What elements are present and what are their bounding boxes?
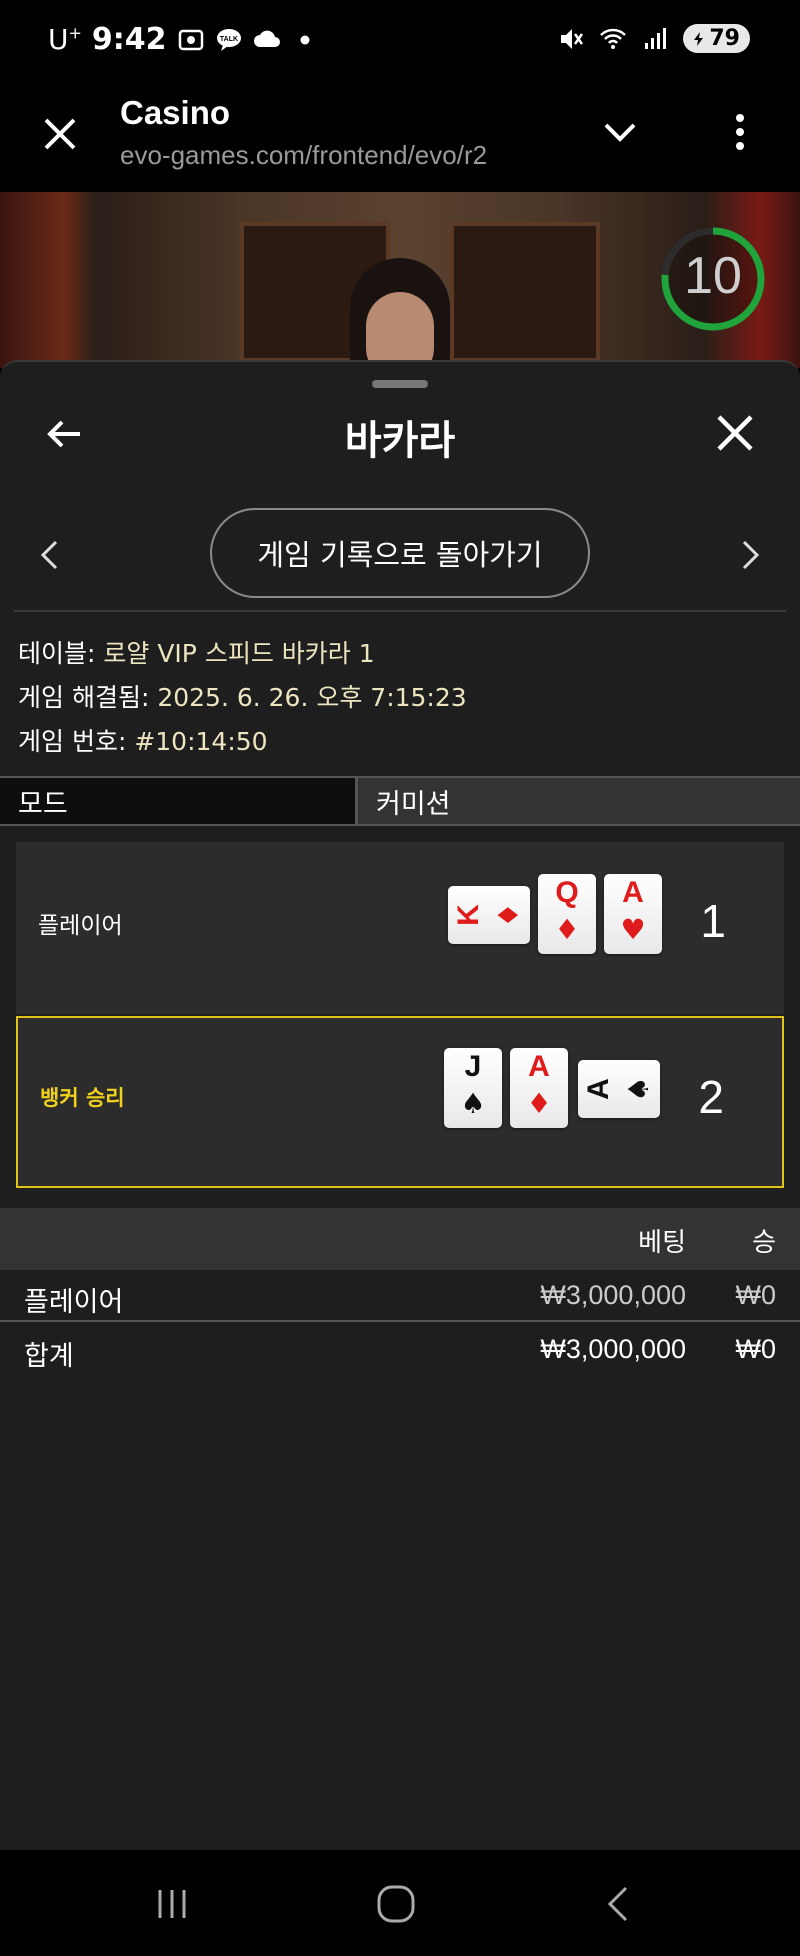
table-info: 테이블: 로얄 VIP 스피드 바카라 1 [18, 639, 375, 668]
recent-apps-icon[interactable] [150, 1882, 194, 1926]
win-column-header: 승 [752, 1228, 776, 1258]
tab-bar: 모드 커미션 [0, 776, 800, 826]
home-icon[interactable] [374, 1882, 418, 1926]
player-score: 1 [700, 895, 726, 947]
talk-icon: TALK [216, 28, 241, 51]
card-rank: Q [555, 876, 579, 909]
card-suit: ♦ [526, 1087, 552, 1120]
cloud-icon [253, 30, 280, 47]
card-rank: A [528, 1050, 550, 1083]
banker-score: 2 [698, 1071, 724, 1123]
total-bet-amount: ₩3,000,000 [540, 1334, 686, 1364]
system-navigation-bar [0, 1850, 800, 1956]
win-amount: ₩0 [735, 1280, 777, 1310]
game-history-sheet: 바카라 게임 기록으로 돌아가기 테이블: 로얄 VIP 스피드 바카라 1 게… [0, 360, 800, 1850]
card-rank: J [464, 1050, 482, 1083]
card-suit: ♠ [460, 1087, 486, 1120]
player-hand: 플레이어 K ♦ Q ♦ A ♥ 1 [16, 842, 784, 1014]
wifi-icon [600, 28, 627, 49]
table-row: 플레이어 ₩3,000,000 ₩0 [0, 1270, 800, 1322]
card: A ♥ [604, 874, 662, 954]
bet-amount: ₩3,000,000 [540, 1280, 686, 1310]
status-bar: U+ 9:42 TALK 79 [0, 0, 800, 86]
resolved-info: 게임 해결됨: 2025. 6. 26. 오후 7:15:23 [18, 683, 467, 712]
card-suit: ♥ [620, 913, 646, 946]
game-number-info: 게임 번호: #10:14:50 [18, 727, 268, 756]
browser-toolbar: Casino evo-games.com/frontend/evo/r2 [0, 86, 800, 192]
svg-text:TALK: TALK [219, 36, 237, 43]
carrier-label: U+ [48, 23, 82, 56]
back-icon[interactable] [598, 1882, 642, 1926]
screenshot-icon [178, 29, 203, 50]
clock: 9:42 [91, 22, 167, 57]
battery-icon [694, 31, 704, 46]
chevron-down-icon[interactable] [600, 112, 640, 152]
banker-hand: 뱅커 승리 J ♠ A ♦ A ♠ 2 [16, 1016, 784, 1188]
signal-icon [645, 27, 667, 49]
chevron-left-icon[interactable] [38, 538, 60, 572]
card-suit: ♦ [554, 913, 580, 946]
total-label: 합계 [24, 1341, 74, 1372]
total-win-amount: ₩0 [735, 1334, 777, 1364]
player-hand-label: 플레이어 [38, 913, 123, 939]
card-suit: ♦ [492, 902, 525, 928]
mute-icon [561, 28, 584, 49]
card: K ♦ [448, 886, 530, 944]
more-options-icon[interactable] [722, 110, 758, 154]
chevron-right-icon[interactable] [740, 538, 762, 572]
divider [14, 610, 786, 612]
bets-table-header: 베팅 승 [0, 1208, 800, 1270]
countdown-timer-value: 10 [684, 247, 742, 305]
card-suit: ♠ [622, 1076, 655, 1102]
url-label: evo-games.com/frontend/evo/r2 [120, 140, 488, 170]
dot-icon [300, 35, 310, 44]
bet-name: 플레이어 [24, 1287, 124, 1318]
total-row: 합계 ₩3,000,000 ₩0 [0, 1324, 800, 1376]
card-rank: A [622, 876, 644, 909]
back-to-history-button[interactable]: 게임 기록으로 돌아가기 [210, 508, 590, 598]
bet-column-header: 베팅 [638, 1228, 686, 1258]
card: A ♦ [510, 1048, 568, 1128]
page-title: Casino [120, 94, 231, 131]
tab-mode[interactable]: 모드 [0, 778, 358, 824]
tab-commission[interactable]: 커미션 [358, 778, 800, 824]
sheet-title: 바카라 [344, 418, 456, 464]
close-icon[interactable] [714, 412, 756, 454]
card: A ♠ [578, 1060, 660, 1118]
dealer-face [366, 292, 434, 368]
close-icon[interactable] [40, 114, 80, 154]
battery-indicator: 79 [683, 24, 750, 53]
divider [0, 1320, 800, 1322]
sheet-drag-handle[interactable] [372, 380, 428, 388]
card: Q ♦ [538, 874, 596, 954]
card: J ♠ [444, 1048, 502, 1128]
video-decor-panel [450, 222, 600, 362]
banker-hand-label: 뱅커 승리 [40, 1086, 125, 1110]
